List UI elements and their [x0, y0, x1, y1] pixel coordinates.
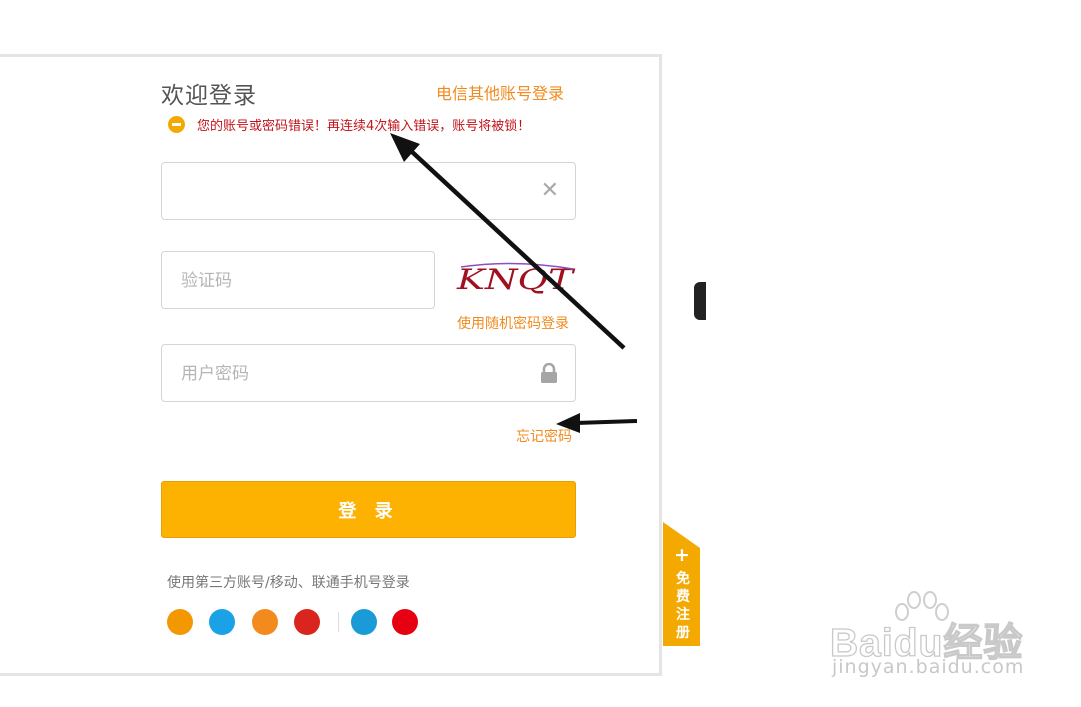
- annotation-arrow-forgot: [575, 419, 638, 425]
- watermark-url: jingyan.baidu.com: [832, 656, 1025, 678]
- annotation-arrowhead-forgot: [556, 413, 580, 433]
- annotation-arrow-error: [408, 148, 626, 350]
